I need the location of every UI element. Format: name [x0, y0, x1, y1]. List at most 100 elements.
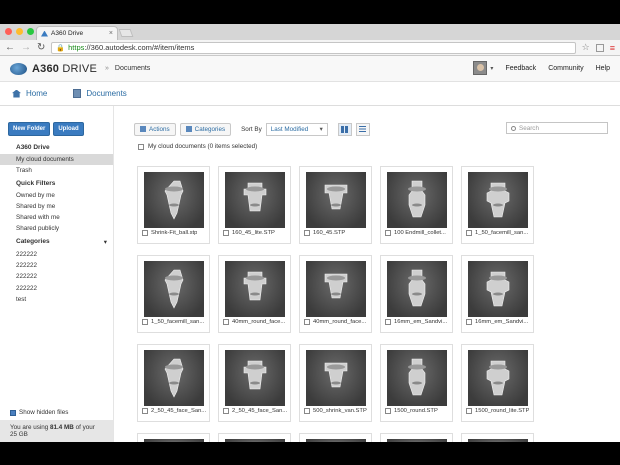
file-thumbnail[interactable] [468, 350, 528, 406]
file-checkbox[interactable] [466, 230, 472, 236]
file-checkbox[interactable] [142, 230, 148, 236]
app-brand[interactable]: A360 DRIVE [32, 63, 97, 75]
file-checkbox[interactable] [304, 408, 310, 414]
tab-close-icon[interactable]: × [109, 30, 113, 37]
file-name[interactable]: 2_50_45_face_San... [151, 408, 206, 414]
file-thumbnail[interactable] [306, 350, 366, 406]
file-checkbox[interactable] [223, 230, 229, 236]
file-thumbnail[interactable] [306, 439, 366, 442]
file-card[interactable]: 1500_round.STP [380, 344, 453, 422]
chevron-down-icon[interactable]: ▾ [490, 65, 493, 72]
file-card[interactable]: 16mm_em_Sandvi... [380, 255, 453, 333]
sidebar-heading-categories[interactable]: Categories ▾ [0, 235, 113, 249]
file-card[interactable]: 1_50_facemill_san... [461, 166, 534, 244]
zoom-window-button[interactable] [27, 28, 34, 35]
file-card-partial[interactable] [137, 433, 210, 442]
file-thumbnail[interactable] [144, 350, 204, 406]
show-hidden-checkbox[interactable] [10, 409, 16, 416]
sidebar-item-category[interactable]: 222222 [0, 283, 113, 294]
file-card[interactable]: 100 Endmill_collet... [380, 166, 453, 244]
file-card[interactable]: 1_50_facemill_san... [137, 255, 210, 333]
file-card[interactable]: 160_45.STP [299, 166, 372, 244]
help-link[interactable]: Help [596, 65, 610, 72]
file-checkbox[interactable] [223, 319, 229, 325]
file-checkbox[interactable] [385, 319, 391, 325]
file-checkbox[interactable] [385, 230, 391, 236]
file-name[interactable]: 500_shrink_van.STP [313, 408, 367, 414]
grid-view-button[interactable] [337, 122, 352, 136]
file-checkbox[interactable] [466, 319, 472, 325]
sidebar-item-category[interactable]: test [0, 294, 113, 305]
close-window-button[interactable] [5, 28, 12, 35]
new-folder-button[interactable]: New Folder [8, 122, 51, 136]
file-name[interactable]: Shrink-Fit_ball.stp [151, 230, 197, 236]
file-thumbnail[interactable] [225, 172, 285, 228]
bookmark-star-icon[interactable]: ☆ [582, 42, 590, 53]
show-hidden-toggle[interactable]: Show hidden files [0, 409, 113, 420]
file-name[interactable]: 1_50_facemill_san... [151, 319, 204, 325]
file-card[interactable]: 40mm_round_face... [218, 255, 291, 333]
file-checkbox[interactable] [385, 408, 391, 414]
sidebar-item-shared-by[interactable]: Shared by me [0, 201, 113, 212]
feedback-link[interactable]: Feedback [505, 65, 536, 72]
community-link[interactable]: Community [548, 65, 583, 72]
sidebar-item-category[interactable]: 222222 [0, 249, 113, 260]
file-name[interactable]: 1500_round_lite.STP [475, 408, 529, 414]
file-name[interactable]: 1500_round.STP [394, 408, 438, 414]
sidebar-item-trash[interactable]: Trash [0, 165, 113, 176]
sidebar-item-category[interactable]: 222222 [0, 260, 113, 271]
categories-button[interactable]: Categories [179, 122, 232, 136]
file-card[interactable]: 2_50_45_face_San... [137, 344, 210, 422]
file-card[interactable]: 16mm_em_Sandvi... [461, 255, 534, 333]
file-card-partial[interactable] [299, 433, 372, 442]
minimize-window-button[interactable] [16, 28, 23, 35]
file-thumbnail[interactable] [225, 439, 285, 442]
file-name[interactable]: 16mm_em_Sandvi... [475, 319, 528, 325]
sort-select[interactable]: Last Modified ▾ [265, 122, 328, 136]
extension-icon[interactable] [595, 43, 604, 52]
sidebar-item-shared-with[interactable]: Shared with me [0, 212, 113, 223]
file-checkbox[interactable] [466, 408, 472, 414]
file-thumbnail[interactable] [468, 439, 528, 442]
back-icon[interactable]: ← [5, 42, 15, 53]
file-name[interactable]: 2_50_45_face_San... [232, 408, 287, 414]
file-name[interactable]: 160_45.STP [313, 230, 345, 236]
file-card-partial[interactable] [461, 433, 534, 442]
file-thumbnail[interactable] [468, 261, 528, 317]
search-input[interactable]: Search [506, 122, 608, 134]
address-bar[interactable]: 🔒 https ://360.autodesk.com/#/item/items [51, 41, 576, 54]
file-card[interactable]: 160_45_lite.STP [218, 166, 291, 244]
file-thumbnail[interactable] [144, 439, 204, 442]
file-name[interactable]: 160_45_lite.STP [232, 230, 275, 236]
file-card[interactable]: 1500_round_lite.STP [461, 344, 534, 422]
file-card[interactable]: Shrink-Fit_ball.stp [137, 166, 210, 244]
upload-button[interactable]: Upload [53, 122, 84, 136]
file-card[interactable]: 2_50_45_face_San... [218, 344, 291, 422]
file-thumbnail[interactable] [387, 261, 447, 317]
forward-icon[interactable]: → [21, 42, 31, 53]
breadcrumb[interactable]: Documents [115, 65, 150, 72]
file-thumbnail[interactable] [225, 261, 285, 317]
file-name[interactable]: 100 Endmill_collet... [394, 230, 446, 236]
file-card[interactable]: 40mm_round_face... [299, 255, 372, 333]
sidebar-item-category[interactable]: 222222 [0, 271, 113, 282]
menu-icon[interactable]: ≡ [610, 43, 615, 53]
file-thumbnail[interactable] [144, 172, 204, 228]
file-card-partial[interactable] [218, 433, 291, 442]
file-checkbox[interactable] [142, 319, 148, 325]
file-checkbox[interactable] [304, 230, 310, 236]
file-thumbnail[interactable] [387, 172, 447, 228]
actions-button[interactable]: Actions [134, 122, 176, 136]
file-thumbnail[interactable] [387, 350, 447, 406]
chevron-down-icon[interactable]: ▾ [104, 238, 107, 246]
file-checkbox[interactable] [223, 408, 229, 414]
avatar[interactable] [473, 61, 488, 75]
browser-tab[interactable]: A360 Drive × [36, 26, 118, 40]
nav-documents[interactable]: Documents [73, 89, 127, 98]
select-all[interactable]: My cloud documents (0 items selected) [138, 143, 620, 150]
file-thumbnail[interactable] [144, 261, 204, 317]
autodesk-logo-icon[interactable] [10, 62, 27, 75]
file-checkbox[interactable] [142, 408, 148, 414]
file-card-partial[interactable] [380, 433, 453, 442]
sidebar-heading-drive[interactable]: A360 Drive [0, 141, 113, 154]
